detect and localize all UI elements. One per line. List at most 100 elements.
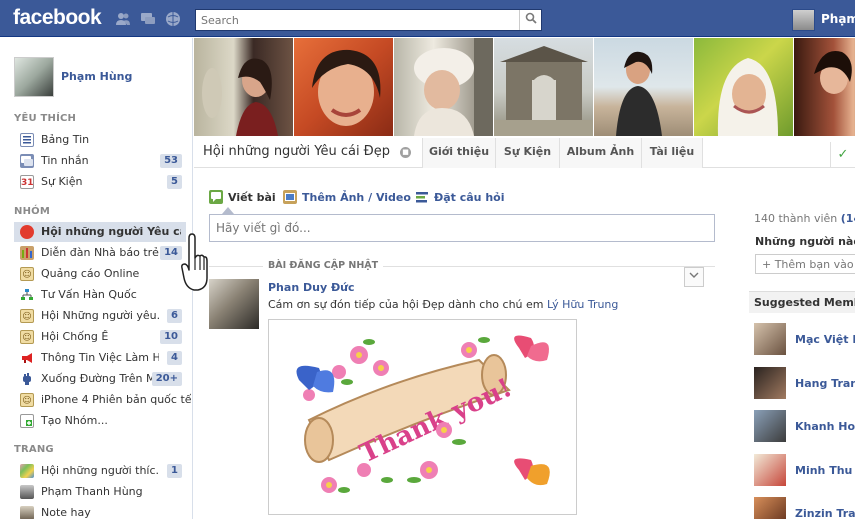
unread-count-badge: 53 <box>160 154 182 168</box>
sidebar-item-label: Thông Tin Việc Làm H... <box>41 351 159 364</box>
suggested-member-name[interactable]: Zinzin Tran <box>795 507 855 519</box>
sidebar-item-label: Tư Vấn Hàn Quốc <box>41 288 137 301</box>
sidebar-item-news-feed[interactable]: Bảng Tin <box>14 130 186 150</box>
composer-tab-write-post[interactable]: Viết bài <box>209 189 276 205</box>
search-input[interactable] <box>196 10 516 30</box>
sidebar-item-page[interactable]: Phạm Thanh Hùng <box>14 482 186 502</box>
sidebar-item-events[interactable]: 31 Sự Kiện 5 <box>14 172 186 192</box>
tab-gioi-thieu[interactable]: Giới thiệu <box>422 138 495 168</box>
cover-photo[interactable] <box>194 38 294 136</box>
notifications-icon[interactable] <box>165 11 181 27</box>
composer-tab-label: Thêm Ảnh / Video <box>302 191 411 204</box>
feed-section-label: BÀI ĐĂNG CẬP NHẬT <box>263 260 384 271</box>
favorites-header: YÊU THÍCH <box>14 113 77 124</box>
page-photo-icon <box>20 485 34 499</box>
suggested-members-header: Suggested Membe <box>749 291 855 313</box>
sidebar-item-group[interactable]: Tư Vấn Hàn Quốc <box>14 285 186 305</box>
friend-requests-icon[interactable] <box>115 11 131 27</box>
composer-tab-add-photo[interactable]: Thêm Ảnh / Video <box>283 189 411 205</box>
fist-icon <box>20 372 34 386</box>
sidebar-item-group[interactable]: ☺ Quảng cáo Online <box>14 264 186 284</box>
suggested-member-name[interactable]: Hang Tran <box>795 377 855 390</box>
sidebar-item-group[interactable]: Diễn đàn Nhà báo trẻ 14 <box>14 243 186 263</box>
cover-photo[interactable] <box>794 38 855 136</box>
sidebar-item-label: Tạo Nhóm... <box>41 414 108 427</box>
write-post-icon <box>209 190 223 204</box>
group-cover-photos <box>194 38 855 136</box>
cover-photo[interactable] <box>694 38 794 136</box>
profile-picture[interactable] <box>14 57 54 97</box>
mention-link[interactable]: Lý Hữu Trung <box>547 298 618 311</box>
messages-icon[interactable] <box>140 11 156 27</box>
avatar <box>792 9 815 31</box>
sidebar-item-group[interactable]: Xuống Đường Trên M... 20+ <box>14 369 186 389</box>
add-member-input[interactable]: + Thêm bạn vào nh <box>755 254 855 274</box>
check-icon[interactable]: ✓ <box>830 142 855 168</box>
chevron-down-icon[interactable] <box>684 267 704 287</box>
group-icon: ☺ <box>20 309 34 323</box>
calendar-icon: 31 <box>20 175 34 189</box>
tab-album-anh[interactable]: Album Ảnh <box>559 138 641 168</box>
composer-tab-ask-question[interactable]: Đặt câu hỏi <box>415 189 505 205</box>
sidebar-item-group[interactable]: ☺ iPhone 4 Phiên bản quốc tế <box>14 390 191 410</box>
suggested-member[interactable]: Zinzin Tran <box>754 497 855 519</box>
group-count-badge: 14 <box>160 246 182 260</box>
group-icon <box>20 246 34 260</box>
cover-photo[interactable] <box>394 38 494 136</box>
group-header: Hội những người Yêu cái Đẹp ■ Giới thiệu… <box>194 136 855 168</box>
create-group-icon <box>20 414 34 428</box>
tab-su-kien[interactable]: Sự Kiện <box>495 138 559 168</box>
group-icon: ☺ <box>20 330 34 344</box>
page-photo-icon <box>20 464 34 478</box>
sidebar-item-group[interactable]: ☺ Hội Chống Ế 10 <box>14 327 186 347</box>
left-sidebar: Phạm Hùng YÊU THÍCH Bảng Tin Tin nhắn 53… <box>0 38 193 519</box>
create-group-link[interactable]: Tạo Nhóm... <box>14 411 186 431</box>
suggested-member-name[interactable]: Khanh Hoa <box>795 420 855 433</box>
search-box <box>195 9 542 31</box>
suggested-member-name[interactable]: Mạc Việt H <box>795 333 855 346</box>
events-count-badge: 5 <box>167 175 182 189</box>
search-icon[interactable] <box>519 10 541 30</box>
sidebar-item-label: Quảng cáo Online <box>41 267 140 280</box>
group-count-badge: 10 <box>160 330 182 344</box>
sidebar-item-label: Sự Kiện <box>41 175 83 188</box>
post-author-avatar[interactable] <box>209 279 259 329</box>
post-author-link[interactable]: Phan Duy Đức <box>268 281 355 294</box>
profile-name-link[interactable]: Phạm Hùng <box>61 70 132 83</box>
sidebar-item-group-yeu-cai-dep[interactable]: Hội những người Yêu cá... <box>14 222 186 242</box>
member-count-link[interactable]: (14 m <box>841 212 855 225</box>
sidebar-item-label: Hội những người thíc... <box>41 464 159 477</box>
avatar <box>754 410 786 442</box>
sidebar-item-group[interactable]: Thông Tin Việc Làm H... 4 <box>14 348 186 368</box>
post-text: Cám ơn sự đón tiếp của hội Đẹp dành cho … <box>268 298 618 311</box>
sidebar-item-messages[interactable]: Tin nhắn 53 <box>14 151 186 171</box>
post-image[interactable]: Thank you! <box>268 319 577 515</box>
avatar <box>754 497 786 519</box>
sidebar-item-group[interactable]: ☺ Hội Những người yêu... 6 <box>14 306 186 326</box>
group-name[interactable]: Hội những người Yêu cái Đẹp <box>203 144 390 159</box>
suggested-member[interactable]: Minh Thu N <box>754 454 855 486</box>
sidebar-item-page[interactable]: Note hay <box>14 503 186 519</box>
composer-caret <box>222 207 234 214</box>
group-count-badge: 6 <box>167 309 182 323</box>
tab-tai-lieu[interactable]: Tài liệu <box>641 138 703 168</box>
cover-photo[interactable] <box>294 38 394 136</box>
sidebar-item-label: Bảng Tin <box>41 133 90 146</box>
cover-photo[interactable] <box>494 38 594 136</box>
lock-icon: ■ <box>400 147 411 158</box>
suggested-member[interactable]: Mạc Việt H <box>754 323 855 355</box>
facebook-logo[interactable]: facebook <box>13 6 102 30</box>
composer-input[interactable] <box>209 214 715 242</box>
cover-photo[interactable] <box>594 38 694 136</box>
sidebar-item-label: Xuống Đường Trên M... <box>41 372 159 385</box>
avatar <box>754 454 786 486</box>
who-title: Những người nào m <box>755 235 855 248</box>
ask-question-icon <box>415 190 429 204</box>
suggested-member-name[interactable]: Minh Thu N <box>795 464 855 477</box>
messages-icon <box>20 154 34 168</box>
suggested-member[interactable]: Hang Tran <box>754 367 855 399</box>
sidebar-item-page[interactable]: Hội những người thíc... 1 <box>14 461 186 481</box>
suggested-member[interactable]: Khanh Hoa <box>754 410 855 442</box>
apple-icon <box>20 225 34 239</box>
sidebar-item-label: Hội Những người yêu... <box>41 309 159 322</box>
